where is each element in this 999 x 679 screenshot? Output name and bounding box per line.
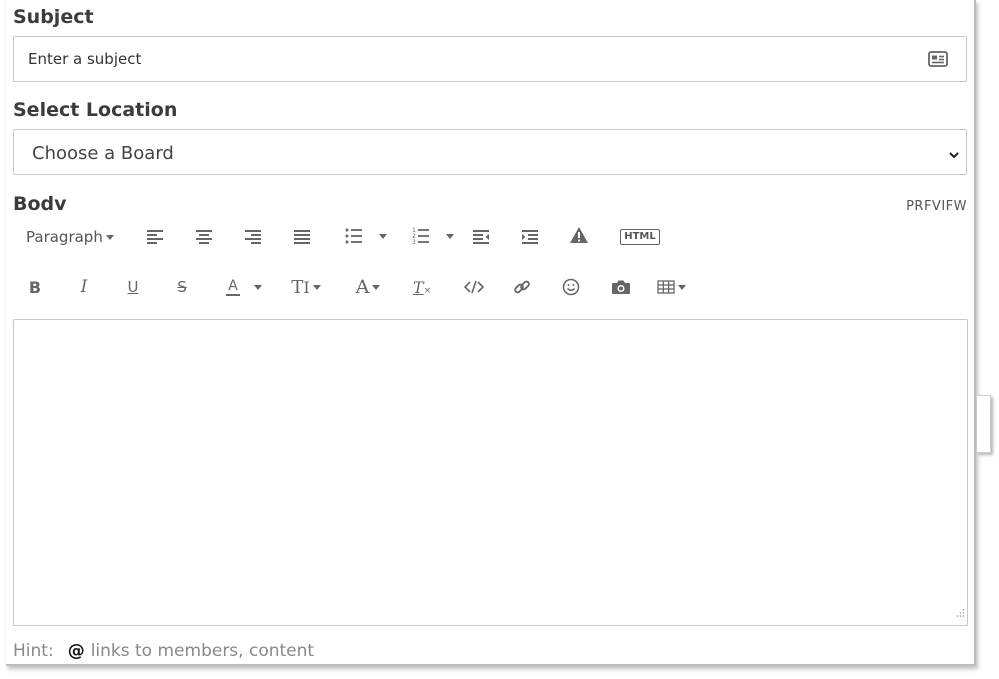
font-family-button[interactable]: A bbox=[348, 276, 388, 298]
insert-table-button[interactable] bbox=[653, 278, 689, 296]
caret-down-icon bbox=[677, 284, 686, 290]
caret-down-icon bbox=[446, 233, 454, 239]
caret-down-icon bbox=[372, 284, 381, 290]
body-label: Bodv bbox=[13, 193, 67, 215]
caret-down-icon bbox=[253, 284, 262, 290]
bold-button[interactable]: B bbox=[26, 277, 44, 297]
caret-down-icon bbox=[312, 284, 321, 290]
html-label: HTML bbox=[620, 229, 660, 245]
board-select-value: Choose a Board bbox=[32, 143, 174, 164]
font-color-button[interactable]: A bbox=[218, 276, 270, 298]
resize-handle-icon[interactable] bbox=[955, 605, 965, 623]
location-label: Select Location bbox=[13, 99, 178, 121]
text-cursor-icon: I bbox=[303, 277, 310, 297]
indent-icon bbox=[522, 230, 538, 244]
insert-link-button[interactable] bbox=[512, 277, 532, 297]
insert-image-button[interactable] bbox=[609, 277, 633, 297]
warning-icon bbox=[570, 227, 588, 243]
font-color-label: A bbox=[226, 278, 240, 296]
paragraph-format-dropdown[interactable]: Paragraph bbox=[26, 226, 114, 248]
align-left-button[interactable] bbox=[144, 228, 166, 246]
close-icon: × bbox=[423, 286, 432, 296]
body-editor[interactable] bbox=[13, 319, 968, 626]
table-icon bbox=[656, 280, 675, 294]
paragraph-format-label: Paragraph bbox=[26, 228, 103, 246]
outdent-icon bbox=[473, 230, 489, 244]
align-right-button[interactable] bbox=[242, 228, 264, 246]
strikethrough-button[interactable]: S bbox=[173, 277, 191, 297]
link-icon bbox=[514, 280, 530, 294]
subject-field[interactable] bbox=[13, 36, 967, 82]
caret-down-icon bbox=[379, 233, 387, 239]
bullet-list-icon bbox=[345, 228, 362, 244]
numbered-list-icon: 123 bbox=[412, 227, 429, 245]
font-family-label: A bbox=[355, 276, 370, 298]
indent-button[interactable] bbox=[519, 228, 541, 246]
preview-link[interactable]: PRFVIFW bbox=[906, 199, 967, 214]
html-source-button[interactable]: HTML bbox=[618, 227, 662, 247]
contact-card-icon bbox=[928, 51, 948, 72]
board-select[interactable]: Choose a Board bbox=[13, 129, 967, 175]
alert-button[interactable] bbox=[568, 225, 590, 245]
font-size-label: T bbox=[291, 276, 304, 298]
mention-hint: Hint: @ links to members, content bbox=[13, 641, 314, 661]
emoji-button[interactable] bbox=[561, 277, 581, 297]
align-justify-button[interactable] bbox=[291, 228, 313, 246]
align-justify-icon bbox=[294, 230, 310, 244]
font-size-button[interactable]: TI bbox=[286, 276, 326, 298]
camera-icon bbox=[612, 280, 630, 294]
message-form-panel: Subject Select Location Choose a Board B… bbox=[6, 0, 976, 666]
smiley-icon bbox=[562, 278, 580, 296]
bullet-list-button[interactable] bbox=[341, 226, 391, 246]
align-left-icon bbox=[147, 230, 163, 244]
numbered-list-button[interactable]: 123 bbox=[408, 226, 458, 246]
hint-text: links to members, content bbox=[90, 641, 315, 661]
outdent-button[interactable] bbox=[470, 228, 492, 246]
subject-label: Subject bbox=[13, 6, 94, 28]
svg-text:3: 3 bbox=[412, 239, 416, 245]
underline-button[interactable]: U bbox=[124, 277, 142, 297]
code-button[interactable] bbox=[462, 278, 486, 296]
hint-prefix: Hint: bbox=[13, 641, 54, 661]
clear-formatting-button[interactable]: T × bbox=[410, 276, 434, 298]
at-symbol: @ bbox=[67, 641, 85, 661]
align-center-button[interactable] bbox=[193, 228, 215, 246]
chevron-down-icon bbox=[948, 147, 960, 165]
side-tab[interactable] bbox=[977, 395, 991, 453]
code-icon bbox=[464, 280, 484, 294]
italic-button[interactable]: I bbox=[75, 277, 93, 297]
clear-format-label: T bbox=[412, 277, 424, 297]
subject-input[interactable] bbox=[14, 37, 894, 81]
caret-down-icon bbox=[105, 234, 114, 240]
align-center-icon bbox=[196, 230, 212, 244]
align-right-icon bbox=[245, 230, 261, 244]
